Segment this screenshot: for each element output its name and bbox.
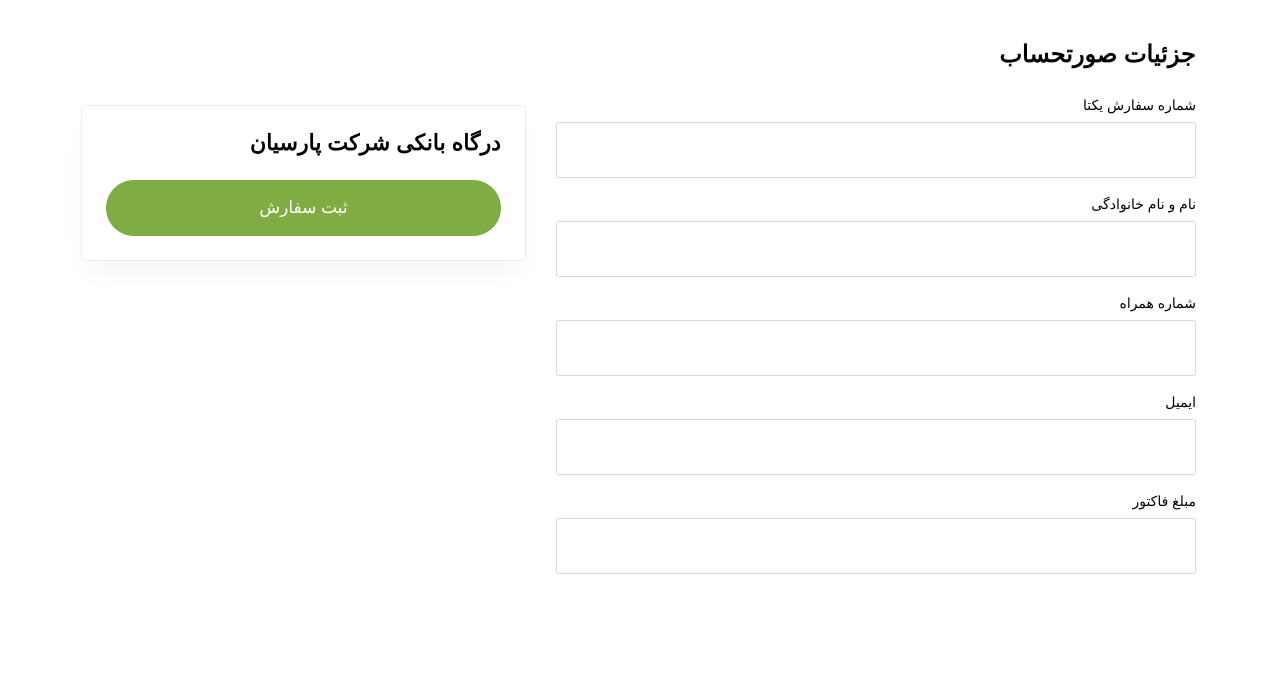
billing-details-form: جزئیات صورتحساب شماره سفارش یکتا نام و ن…	[556, 40, 1196, 592]
full-name-label: نام و نام خانوادگی	[556, 196, 1196, 213]
email-input[interactable]	[556, 419, 1196, 475]
email-group: ایمیل	[556, 394, 1196, 475]
mobile-label: شماره همراه	[556, 295, 1196, 312]
mobile-input[interactable]	[556, 320, 1196, 376]
page-title: جزئیات صورتحساب	[556, 40, 1196, 69]
order-number-input[interactable]	[556, 122, 1196, 178]
submit-order-button[interactable]: ثبت سفارش	[106, 180, 501, 236]
payment-gateway-card: درگاه بانکی شرکت پارسیان ثبت سفارش	[81, 105, 526, 261]
payment-gateway-title: درگاه بانکی شرکت پارسیان	[106, 130, 501, 156]
mobile-group: شماره همراه	[556, 295, 1196, 376]
full-name-input[interactable]	[556, 221, 1196, 277]
invoice-amount-input[interactable]	[556, 518, 1196, 574]
order-number-group: شماره سفارش یکتا	[556, 97, 1196, 178]
email-label: ایمیل	[556, 394, 1196, 411]
invoice-amount-label: مبلغ فاکتور	[556, 493, 1196, 510]
invoice-amount-group: مبلغ فاکتور	[556, 493, 1196, 574]
payment-sidebar: درگاه بانکی شرکت پارسیان ثبت سفارش	[81, 40, 526, 592]
full-name-group: نام و نام خانوادگی	[556, 196, 1196, 277]
order-number-label: شماره سفارش یکتا	[556, 97, 1196, 114]
